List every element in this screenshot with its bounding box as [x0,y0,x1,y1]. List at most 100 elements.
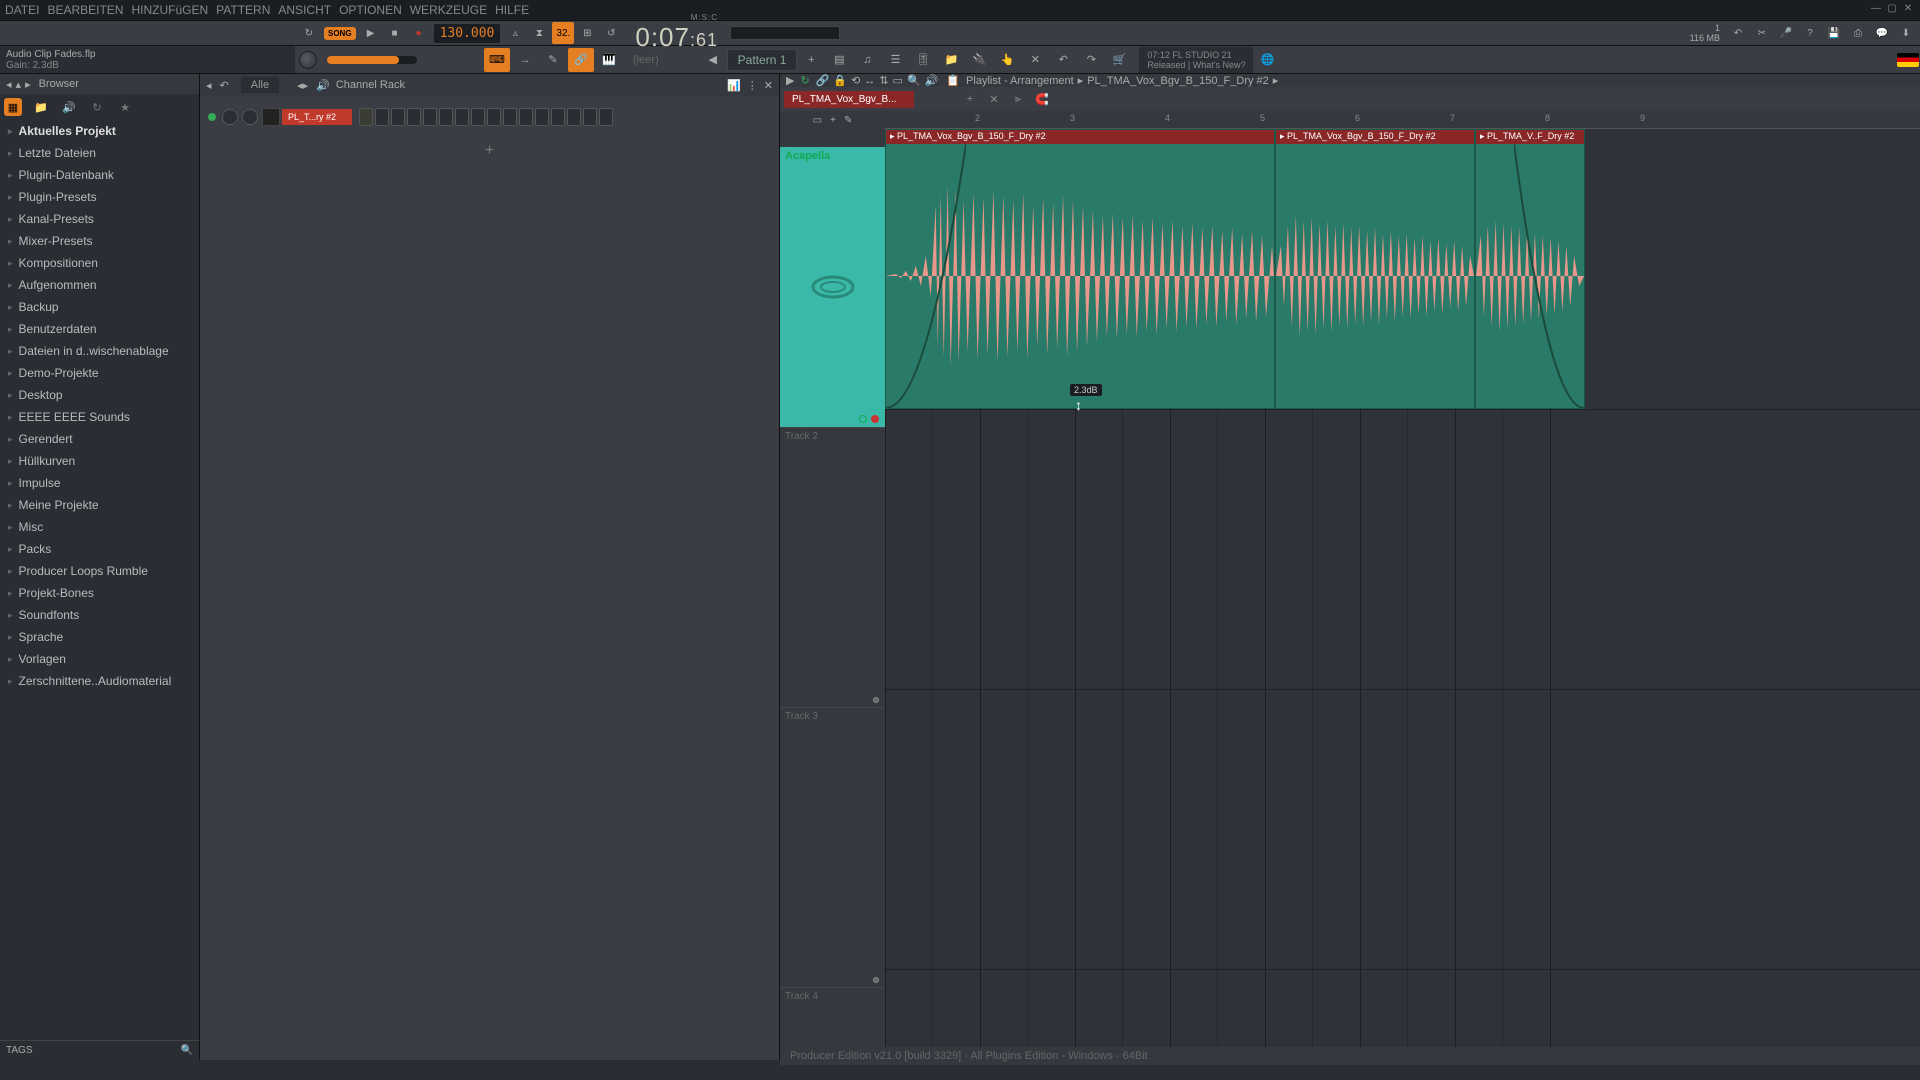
browser-item[interactable]: Kompositionen [0,252,199,274]
search-icon[interactable]: 🔍 [181,1045,193,1056]
track-collapse-icon[interactable]: ▭ [813,115,822,126]
pattern-selector[interactable]: Pattern 1 [727,49,798,71]
browser-item[interactable]: EEEE EEEE Sounds [0,406,199,428]
menu-help[interactable]: HILFE [495,3,529,17]
pattern-add[interactable]: + [798,48,824,72]
lock-icon[interactable]: 🔒 [833,74,847,87]
channel-vol-knob[interactable] [242,109,258,125]
channel-name[interactable]: PL_T...ry #2 [282,109,352,125]
de-flag-icon[interactable] [1897,53,1919,67]
minimize-button[interactable]: — [1869,3,1883,17]
metronome-icon[interactable]: ▵ [504,22,526,44]
close-button[interactable]: ✕ [1901,3,1915,17]
song-mode-button[interactable]: SONG [324,27,356,40]
main-volume-slider[interactable] [327,56,417,64]
view-channelrack-button[interactable]: ☰ [882,48,908,72]
menu-tools[interactable]: WERKZEUGE [410,3,487,17]
wait-icon[interactable]: ⧗ [528,22,550,44]
invert-icon[interactable]: ⇅ [879,74,888,87]
audio-clip-1[interactable]: ▸ PL_TMA_Vox_Bgv_B_150_F_Dry #2 [885,129,1275,409]
timeline-ruler[interactable]: 2 3 4 5 6 7 8 9 [885,111,1920,129]
link-icon[interactable]: 🔗 [816,74,830,87]
news-panel[interactable]: 07:12 FL STUDIO 21Released | What's New? [1139,47,1253,73]
shop-button[interactable]: 🛒 [1106,48,1132,72]
zoom-icon[interactable]: 🔍 [907,74,921,87]
tempo-display[interactable]: 130.000 [434,24,501,43]
maximize-button[interactable]: ▢ [1885,3,1899,17]
typing-keyboard-button[interactable]: ⌨ [484,48,510,72]
tools-icon[interactable]: ✂ [1751,22,1773,44]
sync-icon[interactable]: ⟲ [851,74,860,87]
view-pianoroll-button[interactable]: ♫ [854,48,880,72]
browser-folder-icon[interactable]: 📁 [32,98,50,116]
browser-item[interactable]: Backup [0,296,199,318]
browser-item[interactable]: Kanal-Presets [0,208,199,230]
browser-item[interactable]: Aktuelles Projekt [0,120,199,142]
track-pencil-icon[interactable]: ✎ [844,115,852,126]
channel-row[interactable]: PL_T...ry #2 [208,104,771,130]
browser-item[interactable]: Misc [0,516,199,538]
arrange-icon[interactable]: ⫸ [1006,87,1030,111]
loop-icon[interactable]: ↺ [600,22,622,44]
audio-clip-2[interactable]: ▸ PL_TMA_Vox_Bgv_B_150_F_Dry #2 [1275,129,1475,409]
browser-all-icon[interactable]: ▦ [4,98,22,116]
stop-button[interactable]: ■ [384,22,406,44]
download-icon[interactable]: ⬇ [1895,22,1917,44]
browser-sound-icon[interactable]: 🔊 [60,98,78,116]
tempo-tap-button[interactable]: 👆 [994,48,1020,72]
globe-icon[interactable]: 🌐 [1254,48,1280,72]
browser-star-icon[interactable]: ★ [116,98,134,116]
help-icon[interactable]: ? [1799,22,1821,44]
mic-icon[interactable]: 🎤 [1775,22,1797,44]
browser-item[interactable]: Benutzerdaten [0,318,199,340]
view-mixer-button[interactable]: 🎚 [910,48,936,72]
browser-tree[interactable]: Aktuelles Projekt Letzte Dateien Plugin-… [0,120,199,1040]
browser-item[interactable]: Gerendert [0,428,199,450]
browser-item[interactable]: Hüllkurven [0,450,199,472]
browser-item[interactable]: Dateien in d..wischenablage [0,340,199,362]
menu-view[interactable]: ANSICHT [278,3,331,17]
browser-item[interactable]: Projekt-Bones [0,582,199,604]
arrow-icon[interactable]: ↔ [864,75,875,87]
track-solo-icon[interactable] [873,977,879,983]
browser-item[interactable]: Vorlagen [0,648,199,670]
track-header-4[interactable]: Track 4 [780,987,885,1047]
sync-icon[interactable]: ↻ [298,22,320,44]
browser-item[interactable]: Sprache [0,626,199,648]
browser-item[interactable]: Soundfonts [0,604,199,626]
channel-pan-knob[interactable] [222,109,238,125]
render-icon[interactable]: ⎙ [1847,22,1869,44]
link-button[interactable]: 🔗 [568,48,594,72]
loop-icon[interactable]: ↻ [800,74,809,87]
playlist-grid[interactable]: 2 3 4 5 6 7 8 9 [885,111,1920,1047]
audio-clip-3[interactable]: ▸ PL_TMA_V..F_Dry #2 [1475,129,1585,409]
clip-source-selector[interactable]: PL_TMA_Vox_Bgv_B... [784,91,914,108]
undo-history-icon[interactable]: ↶ [1727,22,1749,44]
step-rec-button[interactable]: → [512,48,538,72]
menu-pattern[interactable]: PATTERN [216,3,270,17]
select-icon[interactable]: ▭ [893,74,903,87]
pattern-prev[interactable]: ◀ [700,48,726,72]
menu-options[interactable]: OPTIONEN [339,3,402,17]
arrangement-icon[interactable]: 📋 [946,74,960,87]
view-playlist-button[interactable]: ▤ [826,48,852,72]
track-header-1[interactable]: Acapella [780,147,885,427]
record-button[interactable]: ● [408,22,430,44]
chanrack-close-icon[interactable]: ✕ [764,79,773,92]
channel-mute-led[interactable] [208,113,216,121]
chanrack-menu-icon[interactable]: ⋮ [747,79,758,92]
browser-item[interactable]: Desktop [0,384,199,406]
midi-button[interactable]: 🎹 [596,48,622,72]
track-header-3[interactable]: Track 3 [780,707,885,987]
blend-button[interactable]: ✎ [540,48,566,72]
tool-magnet-icon[interactable]: 🧲 [1030,87,1054,111]
playlist-breadcrumb[interactable]: PL_TMA_Vox_Bgv_B_150_F_Dry #2 [1087,75,1269,87]
browser-item[interactable]: Mixer-Presets [0,230,199,252]
browser-item[interactable]: Plugin-Presets [0,186,199,208]
undo-button[interactable]: ↶ [1050,48,1076,72]
menu-file[interactable]: DATEI [5,3,39,17]
redo-button[interactable]: ↷ [1078,48,1104,72]
channel-filter[interactable]: Alle [241,77,279,93]
add-channel-button[interactable]: + [208,132,771,170]
browser-item[interactable]: Meine Projekte [0,494,199,516]
